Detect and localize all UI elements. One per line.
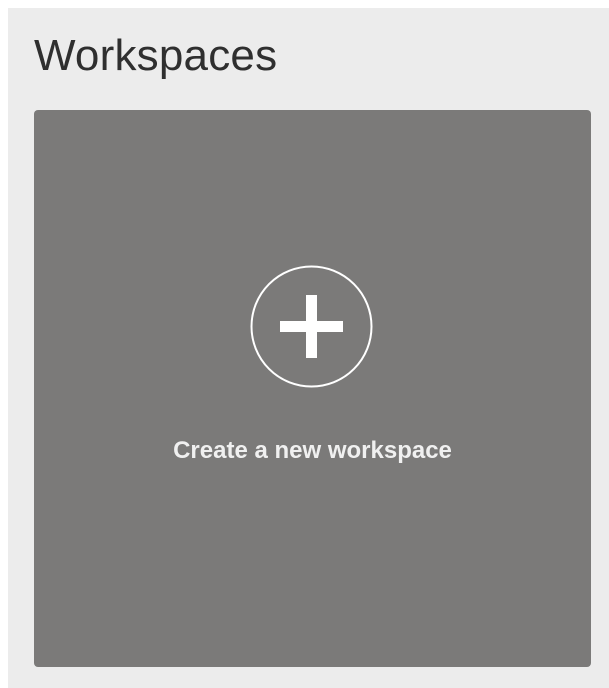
workspaces-panel: Workspaces Create a new workspace [8,8,609,688]
plus-circle-icon [250,265,373,388]
page-title: Workspaces [34,31,278,80]
create-workspace-label: Create a new workspace [173,437,452,464]
create-workspace-button[interactable]: Create a new workspace [34,110,591,667]
